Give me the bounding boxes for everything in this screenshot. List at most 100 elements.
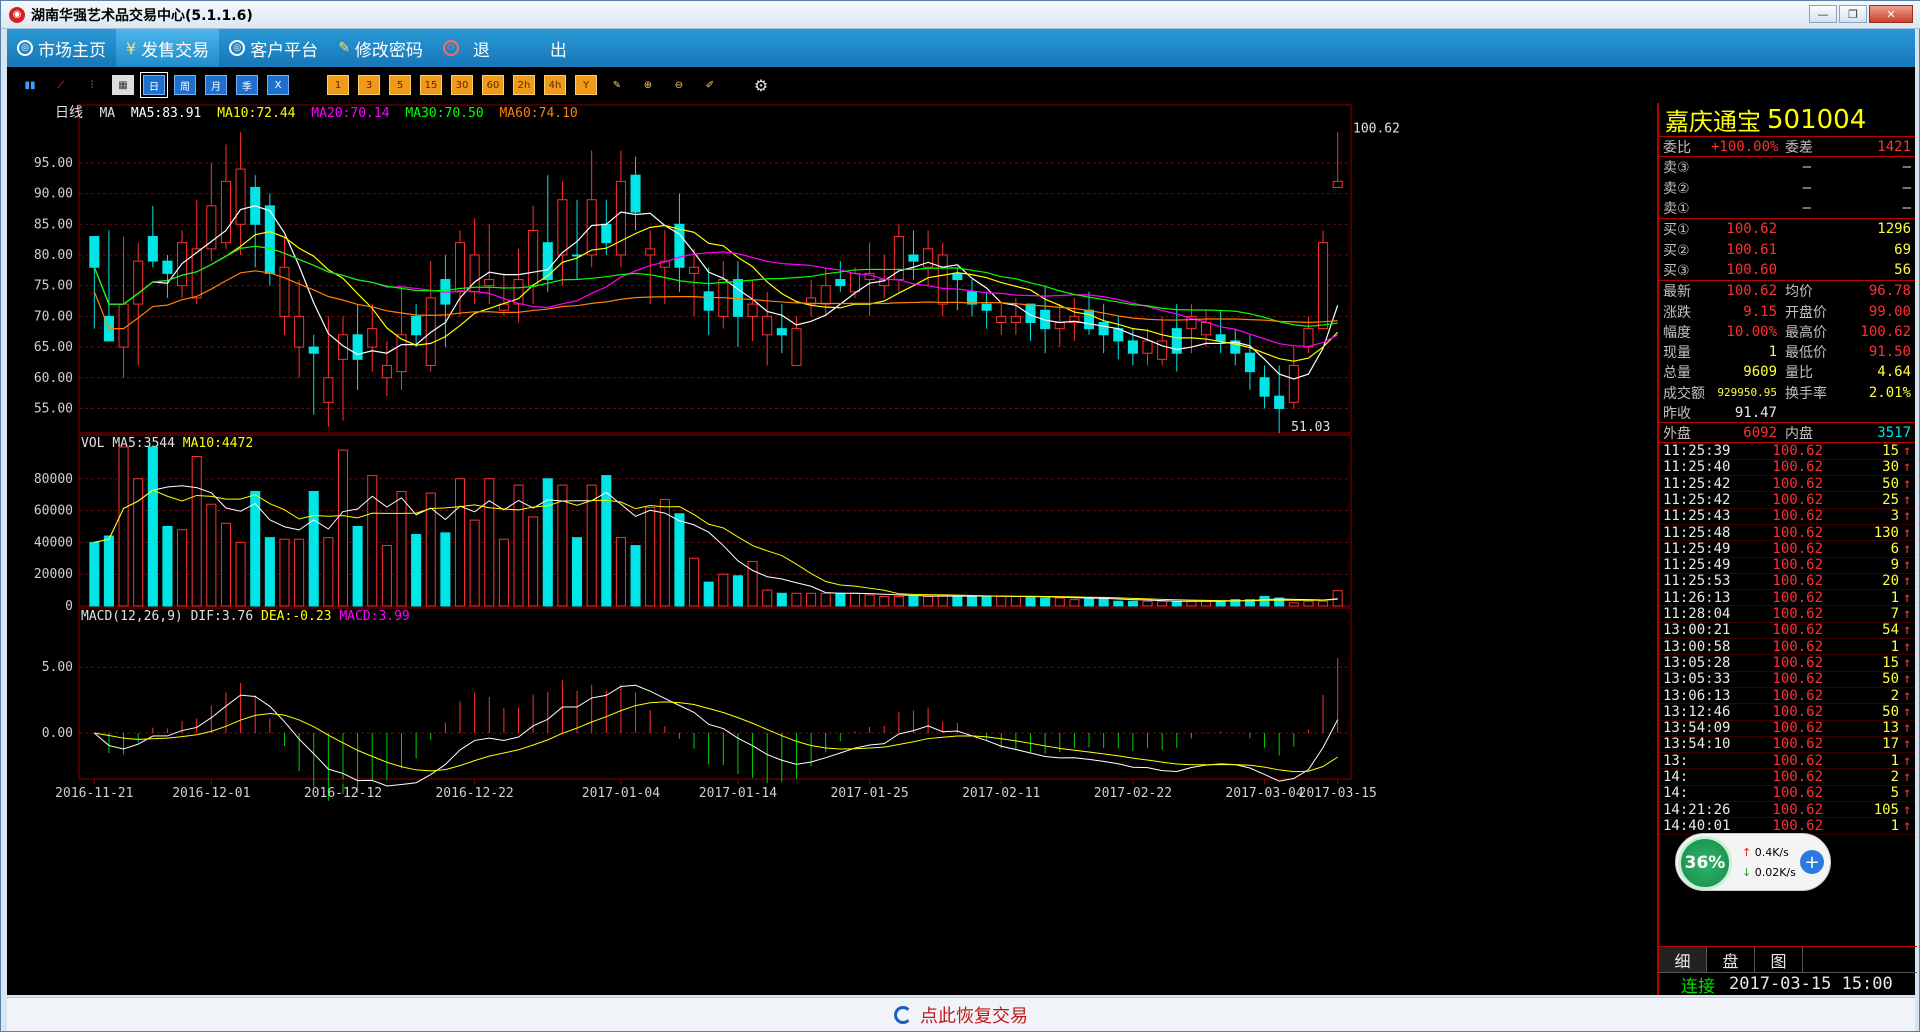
up-arrow-icon: ↑	[1903, 459, 1912, 476]
volume-bar	[981, 595, 992, 607]
candle-body	[689, 266, 700, 274]
minute-60-button[interactable]: 60	[482, 75, 504, 95]
macd-legend: DEA:-0.23	[261, 609, 339, 624]
price-tick-label: 95.00	[34, 156, 73, 171]
hour-2-button[interactable]: 2h	[513, 75, 535, 95]
zoom-out-icon[interactable]: ⊖	[668, 75, 690, 95]
minute-1-button[interactable]: 1	[327, 75, 349, 95]
tab-detail[interactable]: 细	[1659, 947, 1707, 972]
tick-row: 11:25:53 100.62 20 ↑	[1659, 573, 1915, 591]
minute-15-button[interactable]: 15	[420, 75, 442, 95]
menu-exit[interactable]: 出	[540, 29, 577, 67]
candle-body	[1083, 309, 1095, 330]
tick-list[interactable]: 11:25:39 100.62 15 ↑ 11:25:40 100.62 30 ↑…	[1659, 443, 1915, 835]
chart-area[interactable]: 95.00 90.00 85.00 80.00 75.00 70.00 65.00 60.00…	[7, 103, 1657, 995]
period-day-button[interactable]: 日	[140, 72, 168, 98]
tick-volume: 3	[1890, 508, 1899, 525]
candle-body	[996, 315, 1007, 324]
chart-svg[interactable]: 95.00 90.00 85.00 80.00 75.00 70.00 65.00 60.00…	[7, 103, 1657, 995]
menu-logout[interactable]: ⏻ 退	[433, 29, 500, 67]
minimize-button[interactable]: —	[1809, 5, 1837, 23]
line-chart-icon[interactable]: ⟋	[50, 75, 72, 95]
buy-price: 100.61	[1726, 241, 1777, 258]
minute-30-button[interactable]: 30	[451, 75, 473, 95]
stat-value: 96.78	[1868, 283, 1911, 300]
tick-price: 100.62	[1772, 687, 1823, 704]
candle-body	[484, 279, 495, 287]
minute-5-button[interactable]: 5	[389, 75, 411, 95]
edit-icon[interactable]: ✎	[606, 75, 628, 95]
volume-bar	[1113, 600, 1124, 607]
volume-bar	[89, 541, 100, 607]
maximize-button[interactable]: ❐	[1839, 5, 1867, 23]
tick-volume: 15	[1882, 654, 1899, 671]
tick-row: 13:00:58 100.62 1 ↑	[1659, 639, 1915, 656]
tick-time: 14:	[1663, 769, 1689, 786]
tick-price: 100.62	[1772, 622, 1823, 639]
period-month-button[interactable]: 月	[205, 75, 227, 95]
period-x-button[interactable]: X	[267, 75, 289, 95]
stat-label: 量比	[1785, 365, 1813, 382]
restore-trading-link[interactable]: 点此恢复交易	[920, 1002, 1028, 1028]
price-tick-label: 85.00	[34, 217, 73, 232]
vol-legend: VOL	[81, 436, 112, 451]
date-label: 2017-01-14	[699, 786, 777, 801]
tick-time: 11:25:43	[1663, 508, 1731, 525]
minute-3-button[interactable]: 3	[358, 75, 380, 95]
tab-chart[interactable]: 图	[1755, 947, 1803, 972]
volume-bar	[1259, 595, 1270, 607]
candle-body	[747, 303, 758, 317]
volume-bar	[703, 581, 714, 607]
tick-row: 13:54:09 100.62 13 ↑	[1659, 720, 1915, 737]
ma-legend: 日线	[55, 105, 91, 121]
footer-bar[interactable]: 点此恢复交易	[7, 997, 1915, 1031]
candle-body	[923, 248, 934, 268]
high-price-marker: 100.62	[1353, 121, 1400, 136]
menu-issue-trading[interactable]: ¥ 发售交易	[116, 29, 220, 67]
plus-icon[interactable]: +	[1800, 850, 1824, 874]
volume-bar	[294, 538, 305, 607]
candlestick-icon[interactable]: ⫶	[81, 75, 103, 95]
volume-bar	[1215, 600, 1226, 607]
period-week-button[interactable]: 周	[174, 75, 196, 95]
volume-bar	[220, 522, 231, 607]
volume-bar	[762, 589, 773, 607]
year-button[interactable]: Y	[575, 75, 597, 95]
tick-volume: 1	[1890, 589, 1899, 606]
calendar-icon[interactable]: ▦	[112, 75, 134, 95]
sell-price: —	[1802, 200, 1811, 217]
restore-icon	[894, 1005, 912, 1024]
outer-value: 6092	[1743, 424, 1777, 441]
tick-time: 14:21:26	[1663, 801, 1731, 818]
menu-client-platform[interactable]: ◎ 客户平台	[219, 29, 328, 67]
stat-row: 涨跌 9.15 开盘价 99.00	[1659, 301, 1915, 321]
zoom-in-icon[interactable]: ⊕	[637, 75, 659, 95]
close-button[interactable]: ✕	[1869, 5, 1913, 23]
stat-row: 现量 1 最低价 91.50	[1659, 342, 1915, 362]
volume-bar	[235, 541, 246, 607]
inner-value: 3517	[1877, 424, 1911, 441]
up-arrow-icon: ↑	[1903, 801, 1912, 818]
app-window: ◉ 湖南华强艺术品交易中心(5.1.1.6) — ❐ ✕ ◎ 市场主页 ¥ 发售…	[0, 0, 1920, 1032]
bar-chart-icon[interactable]: ▮▮	[19, 75, 41, 95]
stat-label: 最低价	[1785, 345, 1827, 362]
volume-bar	[469, 519, 480, 607]
menu-market-home[interactable]: ◎ 市场主页	[7, 29, 116, 67]
menu-label: 出	[549, 40, 567, 61]
gear-icon[interactable]: ⚙	[750, 75, 772, 95]
tab-book[interactable]: 盘	[1707, 947, 1755, 972]
hour-4-button[interactable]: 4h	[544, 75, 566, 95]
macd-tick-label: 5.00	[42, 660, 73, 675]
tick-time: 11:25:39	[1663, 443, 1731, 460]
weicha-label: 委差	[1785, 139, 1813, 156]
menu-change-password[interactable]: ✎ 修改密码	[328, 29, 433, 67]
ma-legend: MA30:70.50	[405, 106, 491, 121]
tick-row: 14: 100.62 5 ↑	[1659, 785, 1915, 802]
tick-row: 11:25:49 100.62 6 ↑	[1659, 541, 1915, 558]
stat-value: 91.50	[1868, 344, 1911, 361]
network-speed-widget[interactable]: 36% ↑ 0.4K/s ↓ 0.02K/s +	[1675, 833, 1831, 891]
sell-orders: 卖③ — — 卖② — — 卖① — —	[1659, 157, 1915, 220]
candle-body	[381, 364, 392, 379]
draw-icon[interactable]: ✐	[699, 75, 721, 95]
period-quarter-button[interactable]: 季	[236, 75, 258, 95]
